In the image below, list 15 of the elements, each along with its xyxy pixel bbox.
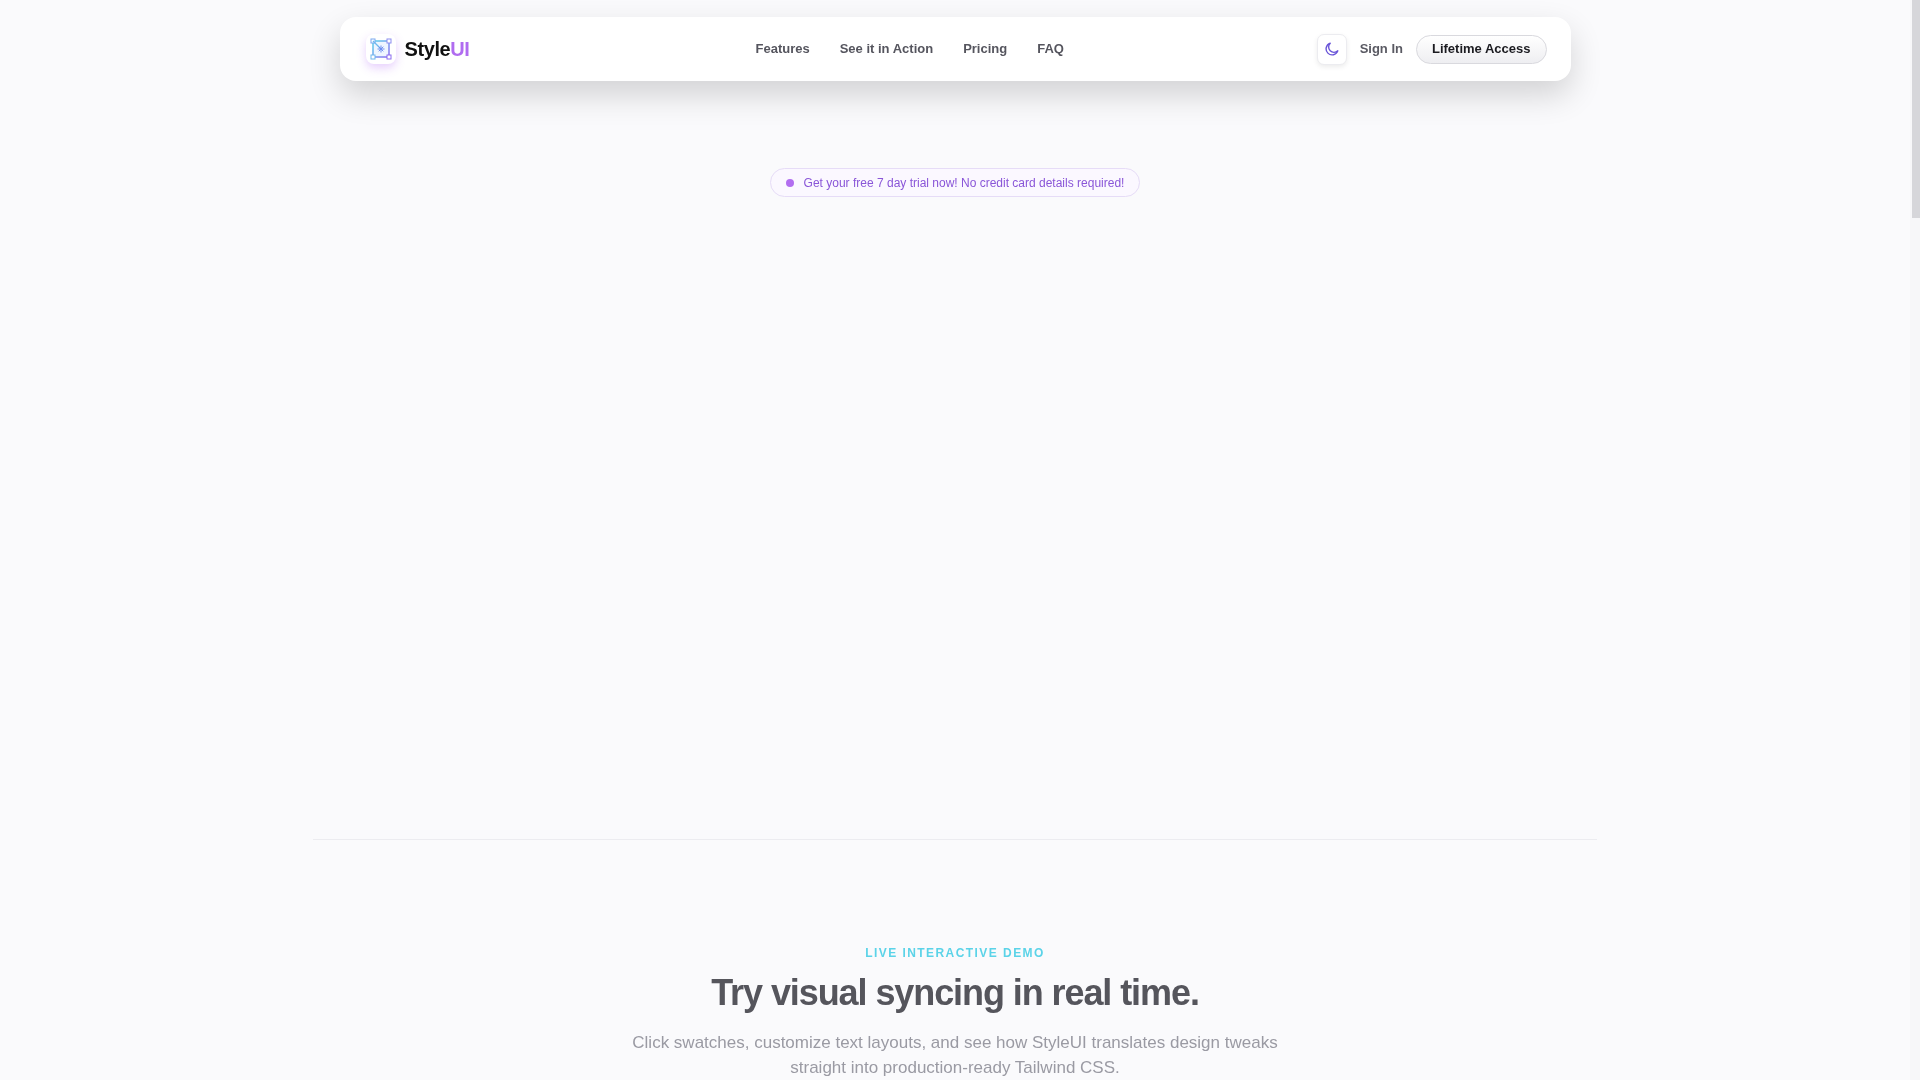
nav-link[interactable]: Features xyxy=(755,39,810,59)
moon-icon xyxy=(1324,42,1339,56)
section-description: Click swatches, customize text layouts, and see how StyleUI translates design tweaks straight into production-ready Tailwind CSS. xyxy=(631,1032,1279,1079)
section-eyebrow: LIVE INTERACTIVE DEMO xyxy=(865,945,1045,961)
nav-link[interactable]: FAQ xyxy=(1037,39,1064,59)
announcement-text: Get your free 7 day trial now! No credit card details required! xyxy=(803,174,1125,192)
lifetime-access-button[interactable]: Lifetime Access xyxy=(1416,34,1547,64)
section-title: Try visual syncing in real time. xyxy=(711,973,1199,1013)
sign-in-link[interactable]: Sign In xyxy=(1359,39,1403,59)
brand-name[interactable]: StyleUI xyxy=(404,39,470,59)
scrollbar-thumb[interactable] xyxy=(1912,0,1920,218)
nav-link[interactable]: See it in Action xyxy=(839,39,934,59)
theme-toggle-button[interactable] xyxy=(1316,33,1347,65)
nav-link[interactable]: Pricing xyxy=(963,39,1008,59)
logo-icon[interactable] xyxy=(365,34,396,64)
